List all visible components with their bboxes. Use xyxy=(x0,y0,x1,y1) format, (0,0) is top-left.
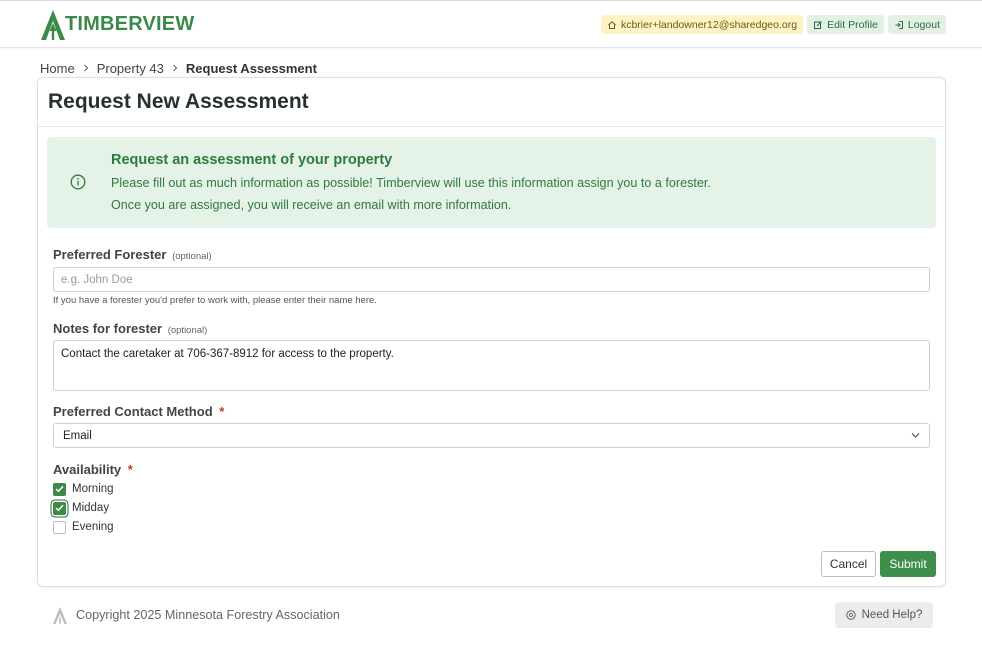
edit-profile-label: Edit Profile xyxy=(827,18,878,31)
logout-button[interactable]: Logout xyxy=(887,15,946,34)
edit-icon xyxy=(814,20,822,29)
login-icon xyxy=(895,20,903,29)
edit-profile-button[interactable]: Edit Profile xyxy=(807,15,884,34)
top-navbar: TIMBERVIEW kcbrier+landowner12@sharedgeo… xyxy=(0,0,982,48)
forester-label-text: Preferred Forester xyxy=(53,247,167,262)
user-email-button[interactable]: kcbrier+landowner12@sharedgeo.org xyxy=(600,15,804,34)
notice-text: Once you are assigned, you will receive … xyxy=(111,198,512,212)
forester-help-text: If you have a forester you'd prefer to w… xyxy=(53,295,377,306)
checkbox-label: Morning xyxy=(72,483,114,495)
info-notice: Request an assessment of your property P… xyxy=(47,137,936,228)
footer: Copyright 2025 Minnesota Forestry Associ… xyxy=(52,605,340,625)
copyright-text: Copyright 2025 Minnesota Forestry Associ… xyxy=(76,608,340,622)
notes-label-text: Notes for forester xyxy=(53,321,163,336)
user-email: kcbrier+landowner12@sharedgeo.org xyxy=(620,18,798,31)
breadcrumb-current: Request Assessment xyxy=(185,60,317,76)
notes-label: Notes for forester (optional) xyxy=(53,321,207,336)
availability-label-text: Availability xyxy=(53,462,122,477)
preferred-forester-input[interactable] xyxy=(53,267,930,292)
request-assessment-card: Request New Assessment Request an assess… xyxy=(37,77,946,587)
submit-button[interactable]: Submit xyxy=(880,551,936,577)
checkbox-evening[interactable] xyxy=(53,520,66,534)
timberview-logo[interactable]: TIMBERVIEW xyxy=(40,9,194,41)
contact-method-label: Preferred Contact Method * xyxy=(53,404,224,419)
required-mark: * xyxy=(219,404,225,419)
availability-evening[interactable]: Evening xyxy=(53,520,114,534)
notice-title: Request an assessment of your property xyxy=(111,152,393,168)
chevron-right-icon xyxy=(83,64,89,72)
tree-logo-icon xyxy=(41,10,65,40)
check-icon xyxy=(55,504,64,512)
chevron-down-icon xyxy=(911,433,920,438)
contact-method-value: Email xyxy=(63,429,92,442)
checkbox-midday[interactable] xyxy=(53,501,66,515)
forester-label: Preferred Forester (optional) xyxy=(53,247,212,262)
availability-midday[interactable]: Midday xyxy=(53,501,109,515)
help-circle-icon xyxy=(845,610,856,620)
cancel-button[interactable]: Cancel xyxy=(821,551,876,577)
logo-text: TIMBERVIEW xyxy=(65,12,195,35)
tree-logo-icon xyxy=(53,606,67,624)
checkbox-label: Evening xyxy=(72,521,114,533)
page-title: Request New Assessment xyxy=(48,90,309,113)
chevron-right-icon xyxy=(172,64,178,72)
checkbox-label: Midday xyxy=(72,502,110,514)
contact-method-select[interactable]: Email xyxy=(53,423,930,448)
breadcrumb-property[interactable]: Property 43 xyxy=(97,61,164,76)
user-nav: kcbrier+landowner12@sharedgeo.org Edit P… xyxy=(600,15,946,35)
need-help-label: Need Help? xyxy=(861,609,923,621)
breadcrumb: Home Property 43 Request Assessment xyxy=(40,59,317,77)
availability-morning[interactable]: Morning xyxy=(53,482,114,496)
required-mark: * xyxy=(127,462,133,477)
need-help-button[interactable]: Need Help? xyxy=(835,602,933,628)
optional-tag: (optional) xyxy=(167,325,208,336)
contact-method-label-text: Preferred Contact Method xyxy=(53,404,213,419)
breadcrumb-home[interactable]: Home xyxy=(40,61,75,76)
home-icon xyxy=(608,20,616,29)
availability-label: Availability * xyxy=(53,462,133,477)
notes-textarea[interactable]: Contact the caretaker at 706-367-8912 fo… xyxy=(53,340,930,391)
divider xyxy=(38,126,945,127)
optional-tag: (optional) xyxy=(172,251,212,262)
checkbox-morning[interactable] xyxy=(53,482,66,496)
check-icon xyxy=(55,485,64,493)
logout-label: Logout xyxy=(907,18,940,31)
info-icon xyxy=(70,174,86,190)
notice-text: Please fill out as much information as p… xyxy=(111,176,711,190)
